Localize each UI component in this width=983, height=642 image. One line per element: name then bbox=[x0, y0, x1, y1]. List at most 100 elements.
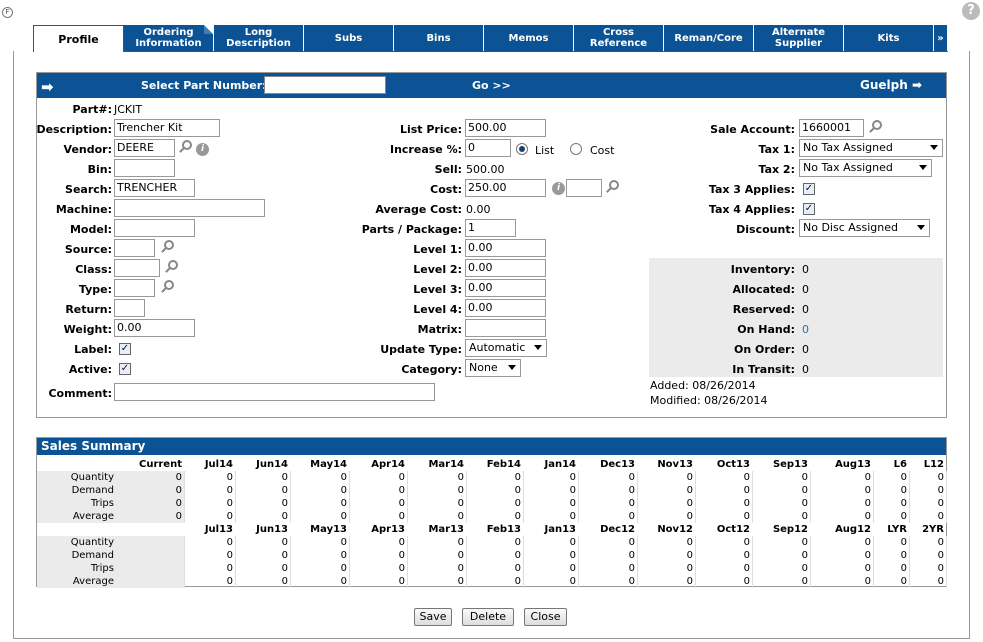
sales-cell: 0 bbox=[900, 550, 907, 561]
list-price-input[interactable]: 500.00 bbox=[465, 119, 546, 137]
sales-cell: 0 bbox=[514, 498, 521, 509]
sales-column-header: Jul14 bbox=[204, 459, 233, 470]
sales-cell: 0 bbox=[281, 472, 288, 483]
tax1-select[interactable]: No Tax Assigned bbox=[799, 139, 943, 157]
sales-cell: 0 bbox=[398, 550, 405, 561]
type-input[interactable] bbox=[114, 279, 155, 297]
sales-cell: 0 bbox=[514, 485, 521, 496]
machine-input[interactable] bbox=[114, 199, 265, 217]
sales-row: Trips 0 0 0 0 0 0 0 0 0 0 0 0 0 0 0 bbox=[37, 497, 947, 510]
return-input[interactable] bbox=[114, 299, 145, 317]
sales-column-header: Current bbox=[138, 459, 182, 470]
level3-label: Level 3: bbox=[413, 283, 462, 296]
cost-radio[interactable] bbox=[570, 143, 582, 155]
location-link[interactable]: Guelph ➡ bbox=[860, 78, 922, 92]
source-search-icon[interactable] bbox=[164, 240, 174, 250]
type-search-icon[interactable] bbox=[164, 280, 174, 290]
vendor-search-icon[interactable] bbox=[182, 140, 192, 150]
sales-cell: 0 bbox=[281, 537, 288, 548]
source-input[interactable] bbox=[114, 239, 155, 257]
cost-search-icon[interactable] bbox=[609, 180, 619, 190]
vendor-input[interactable]: DEERE bbox=[114, 139, 175, 157]
level4-input[interactable]: 0.00 bbox=[465, 299, 546, 317]
comment-input[interactable] bbox=[114, 383, 435, 401]
tab-more[interactable]: » bbox=[934, 25, 948, 51]
label-checkbox[interactable]: ✓ bbox=[119, 343, 131, 355]
category-select[interactable]: None bbox=[465, 359, 521, 377]
class-search-icon[interactable] bbox=[168, 260, 178, 270]
chevron-down-icon bbox=[508, 365, 516, 370]
tab-ordering-information[interactable]: Ordering Information bbox=[124, 25, 214, 51]
sales-cell: 0 bbox=[398, 472, 405, 483]
vendor-info-icon[interactable]: i bbox=[196, 143, 209, 156]
sales-row: Demand 0 0 0 0 0 0 0 0 0 0 0 0 0 0 bbox=[37, 549, 947, 562]
tab-reman-core[interactable]: Reman/Core bbox=[664, 25, 754, 51]
tax1-label: Tax 1: bbox=[758, 143, 796, 156]
parts-per-package-input[interactable]: 1 bbox=[465, 219, 516, 237]
sales-cell: 0 bbox=[281, 511, 288, 522]
select-part-input[interactable] bbox=[264, 76, 386, 94]
tab-kits[interactable]: Kits bbox=[844, 25, 934, 51]
sales-cell: 0 bbox=[569, 511, 576, 522]
tax4-checkbox[interactable]: ✓ bbox=[803, 203, 815, 215]
part-number-label: Part#: bbox=[72, 103, 113, 116]
cost-info-icon[interactable]: i bbox=[552, 182, 565, 195]
sales-column-header: Oct13 bbox=[716, 459, 750, 470]
go-button[interactable]: Go >> bbox=[472, 79, 511, 92]
inventory-value-in-transit: 0 bbox=[802, 363, 809, 376]
delete-button[interactable]: Delete bbox=[462, 608, 514, 626]
model-input[interactable] bbox=[114, 219, 195, 237]
list-radio[interactable] bbox=[516, 143, 528, 155]
save-button[interactable]: Save bbox=[414, 608, 452, 626]
inventory-value-on-hand[interactable]: 0 bbox=[802, 323, 809, 336]
sales-cell: 0 bbox=[398, 563, 405, 574]
tab-profile[interactable]: Profile bbox=[33, 25, 124, 52]
tab-cross-reference[interactable]: Cross Reference bbox=[574, 25, 664, 51]
arrow-right-icon: ➡ bbox=[911, 78, 922, 92]
sales-column-header: Nov13 bbox=[657, 459, 693, 470]
help-icon[interactable]: ? bbox=[962, 2, 980, 20]
tab-memos[interactable]: Memos bbox=[484, 25, 574, 51]
level1-input[interactable]: 0.00 bbox=[465, 239, 546, 257]
tax3-checkbox[interactable]: ✓ bbox=[803, 183, 815, 195]
sales-cell: 0 bbox=[514, 511, 521, 522]
bin-input[interactable] bbox=[114, 159, 175, 177]
sales-cell: 0 bbox=[864, 498, 871, 509]
sales-column-header: Oct12 bbox=[716, 524, 750, 535]
matrix-input[interactable] bbox=[465, 319, 546, 337]
sales-cell: 0 bbox=[801, 511, 808, 522]
close-button[interactable]: Close bbox=[524, 608, 567, 626]
sales-cell: 0 bbox=[801, 537, 808, 548]
column-divider bbox=[946, 497, 947, 510]
discount-select[interactable]: No Disc Assigned bbox=[799, 219, 930, 237]
sales-cell: 0 bbox=[686, 576, 693, 587]
type-label: Type: bbox=[78, 283, 112, 296]
update-type-select[interactable]: Automatic bbox=[465, 339, 547, 357]
tax2-select[interactable]: No Tax Assigned bbox=[799, 159, 932, 177]
part-number-value: JCKIT bbox=[114, 103, 143, 116]
active-checkbox[interactable]: ✓ bbox=[119, 363, 131, 375]
description-input[interactable]: Trencher Kit bbox=[114, 119, 220, 137]
sale-account-search-icon[interactable] bbox=[872, 120, 882, 130]
cost-extra-input[interactable] bbox=[566, 179, 602, 197]
search-input[interactable]: TRENCHER bbox=[114, 179, 195, 197]
column-divider bbox=[946, 484, 947, 497]
level2-input[interactable]: 0.00 bbox=[465, 259, 546, 277]
tab-subs[interactable]: Subs bbox=[304, 25, 394, 51]
increase-input[interactable]: 0 bbox=[465, 139, 511, 157]
tab-long-description[interactable]: Long Description bbox=[214, 25, 304, 51]
weight-input[interactable]: 0.00 bbox=[114, 319, 195, 337]
sales-cell bbox=[137, 562, 182, 575]
tab-alternate-supplier[interactable]: Alternate Supplier bbox=[754, 25, 844, 51]
inventory-label-allocated: Allocated: bbox=[732, 283, 795, 296]
sales-row: Quantity 0 0 0 0 0 0 0 0 0 0 0 0 0 0 0 bbox=[37, 471, 947, 484]
sales-cell: 0 bbox=[864, 537, 871, 548]
sale-account-input[interactable]: 1660001 bbox=[799, 119, 864, 137]
level3-input[interactable]: 0.00 bbox=[465, 279, 546, 297]
bin-label: Bin: bbox=[87, 163, 112, 176]
cost-input[interactable]: 250.00 bbox=[465, 179, 546, 197]
page-icon: F bbox=[2, 7, 13, 18]
return-label: Return: bbox=[65, 303, 112, 316]
tab-bins[interactable]: Bins bbox=[394, 25, 484, 51]
class-input[interactable] bbox=[114, 259, 160, 277]
